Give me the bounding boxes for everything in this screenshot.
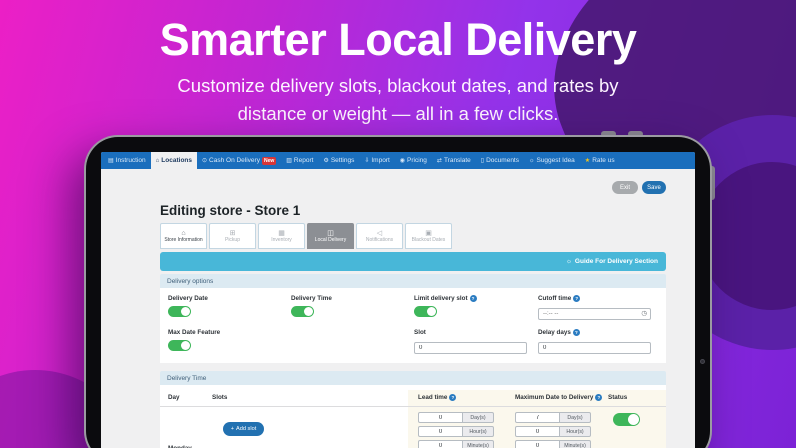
field-limit-delivery-slot: Limit delivery slot? <box>414 295 538 320</box>
store-icon: ⌂ <box>156 158 160 164</box>
field-max-date-feature: Max Date Feature <box>168 329 291 354</box>
hero-subtitle: Customize delivery slots, blackout dates… <box>0 72 796 128</box>
pricing-icon: ◉ <box>400 157 405 164</box>
slot-input[interactable] <box>414 342 527 354</box>
delivery-time-table: Day Slots Lead time? Maximum Date to Del… <box>160 385 666 448</box>
plus-icon: + <box>231 426 234 432</box>
lead-time-inputs: Day(s) Hour(s) Minute(s) <box>408 407 505 448</box>
local-delivery-panel: ☼Guide For Delivery Section Delivery opt… <box>160 252 666 448</box>
lead-hours-input[interactable] <box>418 426 463 437</box>
delivery-options-header: Delivery options <box>160 274 666 288</box>
tab-store-information[interactable]: ⌂Store Information <box>160 223 207 249</box>
megaphone-icon: ◁ <box>377 230 382 237</box>
max-date-inputs: Day(s) Hour(s) Minute(s) <box>505 407 608 448</box>
app-screen: ▤Instruction ⌂Locations ⊙Cash On Deliver… <box>101 152 695 448</box>
gear-icon: ⚙ <box>323 157 328 164</box>
nav-item-suggest-idea[interactable]: ☼Suggest Idea <box>524 152 580 169</box>
delivery-time-toggle[interactable] <box>291 306 314 317</box>
bulb-icon: ☼ <box>566 258 572 265</box>
day-label: Monday <box>160 407 212 448</box>
monday-status-toggle[interactable] <box>613 413 640 426</box>
nav-item-pricing[interactable]: ◉Pricing <box>395 152 432 169</box>
limit-delivery-slot-toggle[interactable] <box>414 306 437 317</box>
tab-pickup[interactable]: ⊞Pickup <box>209 223 256 249</box>
max-hours-input[interactable] <box>515 426 560 437</box>
delivery-options-body: Delivery Date Delivery Time Limit delive… <box>160 288 666 363</box>
field-delivery-date: Delivery Date <box>168 295 291 320</box>
instruction-icon: ▤ <box>108 157 114 164</box>
hero-title: Smarter Local Delivery <box>0 14 796 66</box>
nav-item-documents[interactable]: ▯Documents <box>476 152 524 169</box>
delay-days-input[interactable] <box>538 342 651 354</box>
guide-banner[interactable]: ☼Guide For Delivery Section <box>160 252 666 271</box>
field-cutoff-time: Cutoff time? ◷ <box>538 295 658 320</box>
tablet-camera <box>700 359 705 364</box>
clock-icon: ◷ <box>641 309 647 317</box>
lead-days-input[interactable] <box>418 412 463 423</box>
help-icon[interactable]: ? <box>449 394 456 401</box>
nav-item-report[interactable]: ▥Report <box>281 152 318 169</box>
exit-button[interactable]: Exit <box>612 181 638 194</box>
report-icon: ▥ <box>286 157 292 164</box>
nav-item-translate[interactable]: ⇄Translate <box>432 152 476 169</box>
new-badge: New <box>262 157 276 165</box>
max-days-input[interactable] <box>515 412 560 423</box>
home-icon: ⌂ <box>181 230 185 237</box>
page-title: Editing store - Store 1 <box>160 203 300 218</box>
nav-item-rate-us[interactable]: ★Rate us <box>580 152 620 169</box>
help-icon[interactable]: ? <box>470 295 477 302</box>
tablet-frame: ▤Instruction ⌂Locations ⊙Cash On Deliver… <box>84 135 712 448</box>
cutoff-time-input[interactable] <box>538 308 651 320</box>
nav-item-import[interactable]: ⇩Import <box>359 152 394 169</box>
tab-notifications[interactable]: ◁Notifications <box>356 223 403 249</box>
nav-item-locations[interactable]: ⌂Locations <box>151 152 197 169</box>
field-delay-days: Delay days? <box>538 329 658 354</box>
delivery-time-header: Delivery Time <box>160 371 666 385</box>
table-header-row: Day Slots Lead time? Maximum Date to Del… <box>160 390 666 407</box>
tab-inventory[interactable]: ▦Inventory <box>258 223 305 249</box>
calendar-icon: ▣ <box>425 230 432 237</box>
idea-icon: ☼ <box>529 158 535 164</box>
import-icon: ⇩ <box>364 157 369 164</box>
table-row-monday: Monday +Add slot Day(s) Hour(s) Minute(s… <box>160 407 666 448</box>
field-slot: Slot <box>414 329 538 354</box>
top-navbar: ▤Instruction ⌂Locations ⊙Cash On Deliver… <box>101 152 695 169</box>
documents-icon: ▯ <box>481 157 484 164</box>
add-slot-button[interactable]: +Add slot <box>223 422 264 436</box>
delivery-date-toggle[interactable] <box>168 306 191 317</box>
tablet-bezel: ▤Instruction ⌂Locations ⊙Cash On Deliver… <box>86 137 710 448</box>
lead-minutes-input[interactable] <box>418 440 463 448</box>
tab-blackout-dates[interactable]: ▣Blackout Dates <box>405 223 452 249</box>
marketing-banner: Smarter Local Delivery Customize deliver… <box>0 0 796 448</box>
help-icon[interactable]: ? <box>595 394 602 401</box>
max-minutes-input[interactable] <box>515 440 560 448</box>
help-icon[interactable]: ? <box>573 329 580 336</box>
tab-local-delivery[interactable]: ◫Local Delivery <box>307 223 354 249</box>
truck-icon: ◫ <box>327 230 334 237</box>
store-tabs: ⌂Store Information ⊞Pickup ▦Inventory ◫L… <box>160 223 452 249</box>
translate-icon: ⇄ <box>437 157 442 164</box>
help-icon[interactable]: ? <box>573 295 580 302</box>
inventory-icon: ▦ <box>278 230 285 237</box>
hero-text: Smarter Local Delivery Customize deliver… <box>0 14 796 128</box>
cash-icon: ⊙ <box>202 157 207 164</box>
nav-item-instruction[interactable]: ▤Instruction <box>103 152 151 169</box>
nav-item-cash-on-delivery[interactable]: ⊙Cash On DeliveryNew <box>197 152 281 169</box>
save-button[interactable]: Save <box>642 181 666 194</box>
pickup-icon: ⊞ <box>230 230 236 237</box>
nav-item-settings[interactable]: ⚙Settings <box>318 152 359 169</box>
max-date-feature-toggle[interactable] <box>168 340 191 351</box>
field-delivery-time: Delivery Time <box>291 295 414 320</box>
star-icon: ★ <box>585 157 590 164</box>
